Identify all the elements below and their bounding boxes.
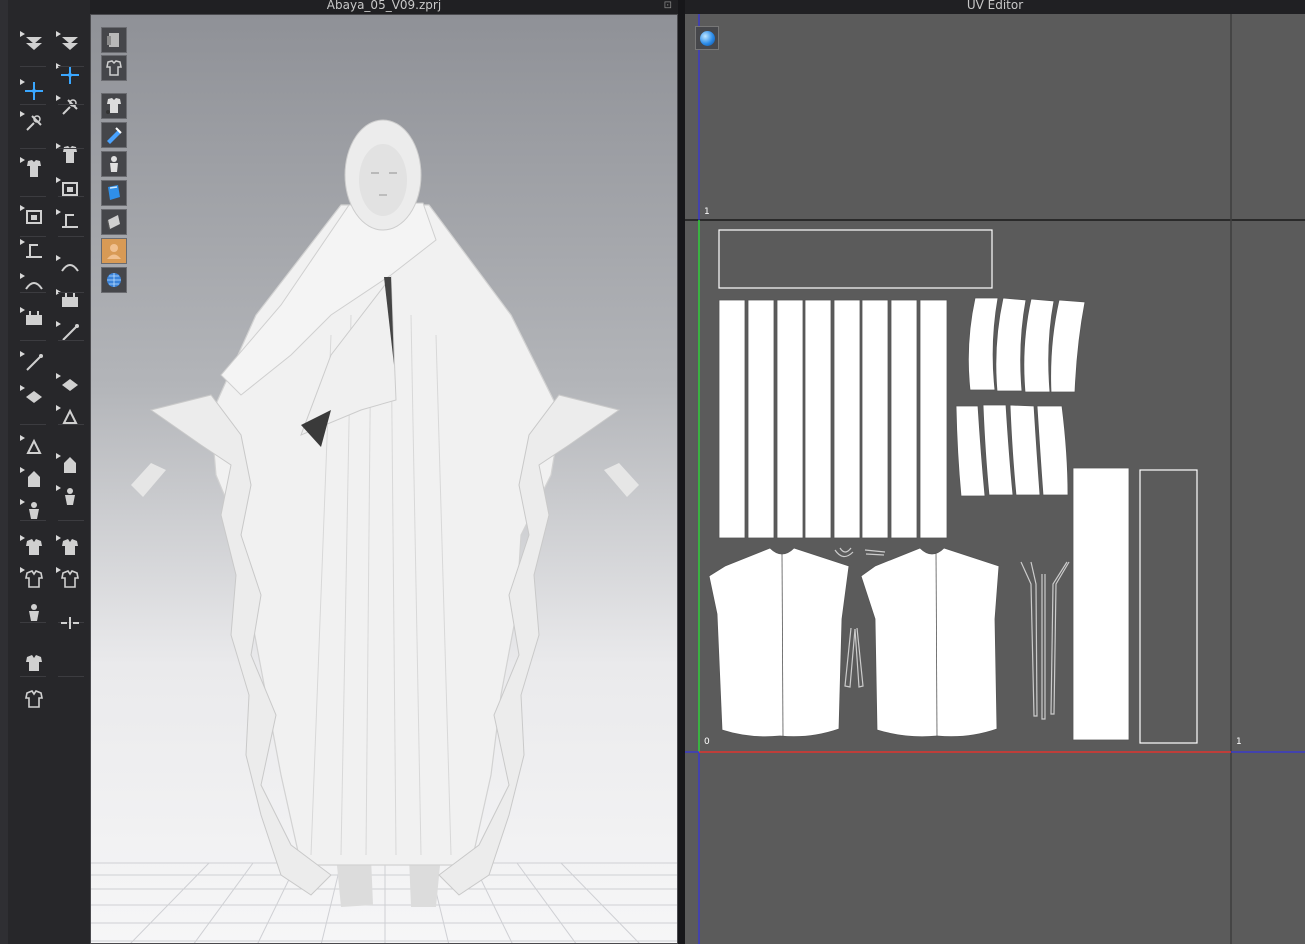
uv-v-one-label: 1 [704, 207, 710, 217]
toolbar-edge [0, 0, 8, 944]
trim-icon[interactable] [56, 208, 84, 234]
texture-surface-icon[interactable] [101, 180, 127, 206]
toolbar-separator [58, 676, 84, 677]
viewport-title: Abaya_05_V09.zprj [326, 0, 442, 12]
puckering-icon[interactable] [56, 452, 84, 478]
toolbar-separator [20, 236, 46, 237]
pin-icon[interactable] [20, 466, 48, 492]
measure-icon[interactable] [20, 350, 48, 376]
uv-tall-strip-outline [1139, 469, 1198, 744]
shirt-front-icon[interactable] [20, 650, 48, 676]
uv-origin-label: 0 [704, 737, 710, 747]
toolbar-separator [20, 520, 46, 521]
world-grid-icon[interactable] [101, 267, 127, 293]
toolbar-separator [58, 424, 84, 425]
toolbar-separator [58, 148, 84, 149]
padding-icon[interactable] [56, 484, 84, 510]
uv-long-strips [718, 299, 948, 539]
toolbar-separator [20, 292, 46, 293]
floor-grid [91, 862, 677, 943]
uv-u-one-label: 1 [1236, 737, 1242, 747]
toolbar-separator [58, 66, 84, 67]
panel-splitter[interactable] [678, 0, 685, 944]
viewport-title-bar: Abaya_05_V09.zprj ⊡ [90, 0, 678, 14]
transform-pattern-icon[interactable] [20, 78, 48, 104]
abaya-3d-model [91, 119, 677, 943]
transform-graphic-icon[interactable] [56, 142, 84, 168]
toolbar-separator [58, 292, 84, 293]
zipper-icon[interactable] [56, 320, 84, 346]
toolbar-separator [58, 104, 84, 105]
toolbar-separator [20, 104, 46, 105]
toolbar-separator [20, 676, 46, 677]
garment-display-icon[interactable] [101, 55, 127, 81]
simulation-icon[interactable] [20, 156, 48, 182]
sphere-icon [699, 30, 715, 46]
uv-bodice-right [860, 547, 1000, 738]
fold-icon[interactable] [20, 434, 48, 460]
uv-curved-pieces-lower [955, 404, 1069, 497]
avatar-small-icon[interactable] [20, 600, 48, 626]
uv-tall-strip [1072, 467, 1130, 741]
thickness-icon[interactable] [101, 209, 127, 235]
toolbar-separator [58, 520, 84, 521]
segment-icon[interactable] [20, 238, 48, 264]
show-avatar-icon[interactable] [101, 151, 127, 177]
uv-curved-pieces-upper [967, 297, 1086, 393]
shirt-back-icon[interactable] [20, 566, 48, 592]
shirt-front-icon[interactable] [20, 534, 48, 560]
toolbar-separator [58, 340, 84, 341]
tape-icon[interactable] [20, 384, 48, 410]
3d-viewport[interactable] [90, 14, 678, 944]
tack-icon[interactable] [56, 566, 84, 592]
uv-collar-outline [718, 229, 993, 289]
toolbar-separator [20, 196, 46, 197]
button-icon[interactable] [56, 254, 84, 280]
show-garment-icon[interactable] [101, 93, 127, 119]
toolbar-separator [20, 66, 46, 67]
select-pattern-icon[interactable] [56, 176, 84, 202]
toolbar-separator [58, 236, 84, 237]
avatar-display-icon[interactable] [101, 27, 127, 53]
uv-bodice-left [708, 547, 850, 738]
uv-editor-title: UV Editor [966, 0, 1024, 12]
edit-pattern-icon[interactable] [20, 110, 48, 136]
fold-fabric-icon[interactable] [56, 534, 84, 560]
uv-display-mode-icon[interactable] [695, 26, 719, 50]
topstitch-icon[interactable] [56, 404, 84, 430]
shirt-back-icon[interactable] [20, 686, 48, 712]
edit-texture-icon[interactable] [56, 94, 84, 120]
maximize-icon[interactable]: ⊡ [664, 0, 672, 11]
uv-editor-title-bar: UV Editor [685, 0, 1305, 14]
toolbar-separator [20, 148, 46, 149]
uv-editor-canvas[interactable]: 1 0 1 [685, 14, 1305, 944]
zipper-puller-icon[interactable] [56, 372, 84, 398]
internal-line-icon[interactable] [20, 272, 48, 298]
show-pins-icon[interactable] [101, 122, 127, 148]
toolbar-separator [20, 424, 46, 425]
sewing-icon[interactable] [20, 306, 48, 332]
toolbar-separator [58, 196, 84, 197]
garment-fit-icon[interactable] [20, 204, 48, 230]
select-mesh-icon[interactable] [56, 30, 84, 56]
fold-arrangement-icon[interactable] [20, 30, 48, 56]
left-toolbar [0, 0, 90, 944]
tack-arrows-icon[interactable] [56, 610, 84, 636]
toolbar-separator [20, 340, 46, 341]
uv-layout [685, 14, 1305, 944]
avatar-skin-icon[interactable] [101, 238, 127, 264]
